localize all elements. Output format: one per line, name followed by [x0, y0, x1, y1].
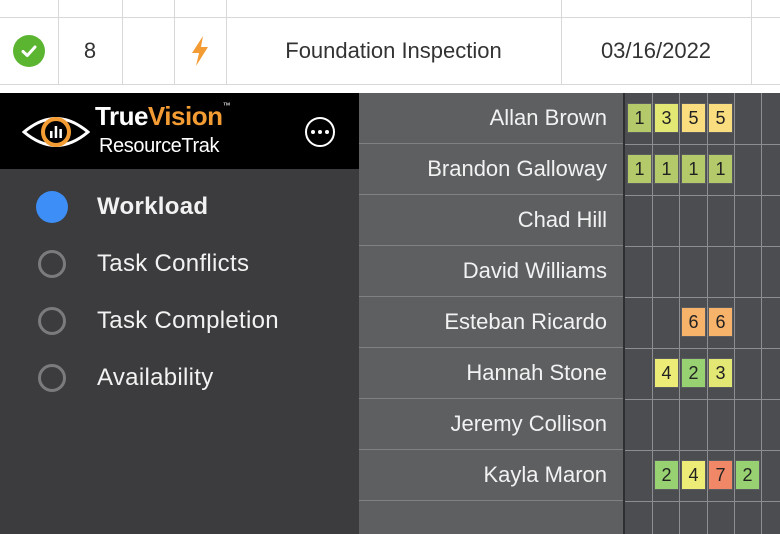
- nav-label: Workload: [97, 193, 209, 220]
- row-divider: [0, 84, 780, 85]
- grid-line: [652, 93, 653, 534]
- column-divider: [751, 0, 752, 84]
- nav-item-task-conflicts[interactable]: Task Conflicts: [38, 247, 249, 281]
- radio-unselected-icon: [38, 250, 66, 278]
- workload-cell[interactable]: 3: [654, 103, 679, 133]
- checkmark-icon: [13, 35, 45, 67]
- workload-cell[interactable]: 6: [708, 307, 733, 337]
- nav-label: Task Conflicts: [97, 250, 250, 277]
- grid-line: [679, 93, 680, 534]
- workload-cell[interactable]: 7: [708, 460, 733, 490]
- person-row[interactable]: Kayla Maron: [359, 450, 623, 501]
- more-options-button[interactable]: [305, 117, 335, 147]
- workload-cell[interactable]: 1: [627, 103, 652, 133]
- person-row-empty: [359, 501, 623, 534]
- workload-cell[interactable]: 5: [708, 103, 733, 133]
- person-row[interactable]: Hannah Stone: [359, 348, 623, 399]
- sidebar: TrueVision™ ResourceTrak Workload Task C…: [0, 93, 359, 534]
- task-number: 8: [83, 38, 97, 63]
- grid-line: [625, 195, 780, 196]
- grid-line: [761, 93, 762, 534]
- workload-cell[interactable]: 6: [681, 307, 706, 337]
- status-cell: [0, 18, 58, 84]
- workload-grid: Allan Brown Brandon Galloway Chad Hill D…: [359, 93, 780, 534]
- radio-unselected-icon: [38, 307, 66, 335]
- person-row[interactable]: Jeremy Collison: [359, 399, 623, 450]
- person-row[interactable]: Chad Hill: [359, 195, 623, 246]
- grid-line: [625, 297, 780, 298]
- task-date: 03/16/2022: [600, 38, 712, 63]
- workload-cell[interactable]: 2: [735, 460, 760, 490]
- nav-label: Availability: [97, 364, 214, 391]
- workload-cell[interactable]: 1: [681, 154, 706, 184]
- eye-logo-icon: [22, 117, 90, 147]
- workload-cell[interactable]: 2: [654, 460, 679, 490]
- task-name: Foundation Inspection: [285, 38, 502, 63]
- nav-item-availability[interactable]: Availability: [38, 361, 213, 395]
- workload-cell[interactable]: 2: [681, 358, 706, 388]
- lightning-icon: [174, 18, 226, 84]
- brand-header: TrueVision™ ResourceTrak: [0, 93, 359, 169]
- radio-selected-icon: [36, 191, 68, 223]
- product-name: ResourceTrak: [99, 135, 220, 157]
- person-row[interactable]: Esteban Ricardo: [359, 297, 623, 348]
- person-row[interactable]: Allan Brown: [359, 93, 623, 144]
- brand-title: TrueVision™: [95, 101, 230, 131]
- workload-cell[interactable]: 1: [654, 154, 679, 184]
- workload-cell[interactable]: 1: [627, 154, 652, 184]
- grid-line: [625, 246, 780, 247]
- column-divider: [122, 0, 123, 84]
- grid-line: [625, 144, 780, 145]
- person-row[interactable]: David Williams: [359, 246, 623, 297]
- workload-cells: 13551111664232472: [623, 93, 780, 534]
- workload-cell[interactable]: 5: [681, 103, 706, 133]
- grid-line: [625, 348, 780, 349]
- workload-cell[interactable]: 4: [654, 358, 679, 388]
- grid-line: [625, 501, 780, 502]
- radio-unselected-icon: [38, 364, 66, 392]
- workload-cell[interactable]: 3: [708, 358, 733, 388]
- grid-line: [625, 399, 780, 400]
- person-row[interactable]: Brandon Galloway: [359, 144, 623, 195]
- grid-line: [625, 450, 780, 451]
- nav-item-workload[interactable]: Workload: [36, 190, 208, 224]
- task-table-row[interactable]: 8 Foundation Inspection 03/16/2022: [0, 0, 780, 93]
- nav-label: Task Completion: [97, 307, 279, 334]
- workload-cell[interactable]: 1: [708, 154, 733, 184]
- workload-cell[interactable]: 4: [681, 460, 706, 490]
- nav-item-task-completion[interactable]: Task Completion: [38, 304, 279, 338]
